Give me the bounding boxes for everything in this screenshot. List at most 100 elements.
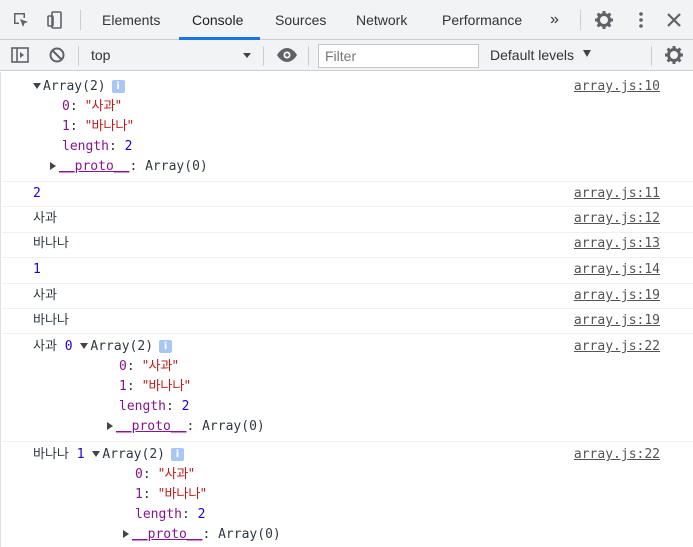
expand-triangle-icon[interactable] [33, 83, 41, 89]
array-entry: 1: "바나나" [135, 485, 206, 505]
entry-value: 2 [124, 139, 133, 154]
tab-elements[interactable]: Elements [102, 0, 160, 40]
expand-triangle-icon[interactable] [80, 343, 89, 349]
proto-entry[interactable]: __proto__: Array(0) [50, 157, 208, 177]
entry-colon: : [202, 527, 219, 542]
source-link[interactable]: array.js:13 [574, 234, 660, 254]
log-levels-dropdown[interactable]: Default levels [490, 40, 593, 71]
array-entry: 1: "바나나" [62, 117, 133, 137]
entry-key: length [119, 399, 166, 414]
info-icon[interactable]: i [159, 340, 173, 353]
entry-colon: : [126, 379, 143, 394]
console-messages: Array(2) i 0: "사과" 1: "바나나" length: 2 __p… [0, 72, 693, 547]
live-expression-eye-icon[interactable] [276, 45, 297, 65]
source-link[interactable]: array.js:22 [574, 445, 660, 465]
entry-colon: : [129, 159, 146, 174]
console-settings-gear-icon[interactable] [664, 45, 684, 65]
proto-entry[interactable]: __proto__: Array(0) [107, 417, 265, 437]
proto-key: __proto__ [116, 419, 187, 434]
info-icon[interactable]: i [171, 448, 184, 461]
chevron-down-icon [582, 50, 591, 57]
filter-input[interactable]: Filter [318, 44, 479, 68]
source-link[interactable]: array.js:10 [574, 77, 660, 97]
log-value: 사과 [33, 339, 57, 354]
entry-key: 1 [62, 119, 70, 134]
source-link[interactable]: array.js:11 [574, 184, 660, 204]
show-sidebar-icon[interactable] [10, 45, 30, 65]
entry-colon: : [165, 399, 182, 414]
log-value: 사과 [33, 211, 57, 226]
entry-colon: : [69, 99, 86, 114]
more-options-icon[interactable] [631, 10, 651, 30]
log-value: 1 [33, 262, 41, 277]
entry-value: "바나나" [158, 487, 207, 502]
log-value: 바나나 [33, 447, 69, 462]
entry-key: 1 [119, 379, 127, 394]
tab-console[interactable]: Console [192, 0, 243, 40]
entry-colon: : [126, 359, 143, 374]
toolbar-divider [308, 46, 309, 66]
info-icon[interactable]: i [111, 80, 125, 93]
inspect-element-icon[interactable] [11, 10, 31, 30]
entry-colon: : [186, 419, 203, 434]
array-summary: Array(2) [102, 447, 165, 462]
expand-triangle-icon[interactable] [92, 451, 101, 457]
log-levels-label: Default levels [490, 47, 575, 63]
device-toolbar-icon[interactable] [45, 10, 65, 30]
source-link[interactable]: array.js:19 [574, 286, 660, 306]
log-value: 사과 [33, 288, 57, 303]
log-value: 바나나 [33, 236, 69, 251]
entry-colon: : [142, 467, 159, 482]
log-line: 사과 0 Array(2) i [33, 337, 173, 357]
toolbar-divider [263, 46, 264, 66]
settings-gear-icon[interactable] [594, 10, 614, 30]
expand-triangle-icon[interactable] [123, 530, 129, 538]
source-link[interactable]: array.js:12 [574, 209, 660, 229]
tab-sources[interactable]: Sources [275, 0, 326, 40]
source-link[interactable]: array.js:22 [574, 337, 660, 357]
array-length: length: 2 [135, 505, 205, 525]
toolbar-divider [651, 46, 652, 66]
log-index: 1 [76, 447, 85, 462]
entry-key: length [135, 507, 182, 522]
clear-console-icon[interactable] [47, 45, 67, 65]
entry-value: "바나나" [142, 379, 191, 394]
entry-key: 1 [135, 487, 143, 502]
expand-triangle-icon[interactable] [50, 162, 56, 170]
console-message: 사과 array.js:19 [2, 284, 693, 309]
log-value: 2 [33, 186, 41, 201]
console-message: 사과 array.js:12 [2, 207, 693, 233]
log-line: 바나나 1 Array(2) i [33, 445, 184, 465]
toolbar-divider [80, 10, 81, 30]
console-message: 2 array.js:11 [2, 182, 693, 207]
proto-entry[interactable]: __proto__: Array(0) [123, 525, 281, 545]
expand-triangle-icon[interactable] [107, 422, 113, 430]
entry-key: 0 [62, 99, 70, 114]
toolbar-divider [78, 46, 79, 66]
context-selector[interactable]: top [91, 40, 110, 71]
more-tabs-button[interactable]: » [550, 0, 559, 40]
tab-performance[interactable]: Performance [442, 0, 522, 40]
chevron-down-icon[interactable] [241, 47, 253, 63]
entry-colon: : [181, 507, 198, 522]
entry-key: length [62, 139, 109, 154]
close-devtools-icon[interactable] [664, 10, 684, 30]
log-index: 0 [64, 339, 73, 354]
array-header[interactable]: Array(2) i [33, 77, 125, 97]
devtools-tabbar: Elements Console Sources Network Perform… [0, 0, 693, 40]
console-message: 사과 0 Array(2) i 0: "사과" 1: "바나나" length: … [2, 334, 693, 442]
entry-value: "바나나" [85, 119, 134, 134]
source-link[interactable]: array.js:14 [574, 260, 660, 280]
source-link[interactable]: array.js:19 [574, 311, 660, 331]
console-message: 바나나 array.js:19 [2, 309, 693, 334]
entry-colon: : [142, 487, 159, 502]
array-summary: Array(2) [43, 79, 106, 94]
entry-value: 2 [197, 507, 206, 522]
toolbar-divider [580, 10, 581, 30]
entry-colon: : [69, 119, 86, 134]
console-message: 바나나 1 Array(2) i 0: "사과" 1: "바나나" length:… [2, 442, 693, 547]
array-length: length: 2 [119, 397, 189, 417]
entry-key: 0 [135, 467, 143, 482]
proto-value: Array(0) [202, 419, 265, 434]
tab-network[interactable]: Network [356, 0, 407, 40]
